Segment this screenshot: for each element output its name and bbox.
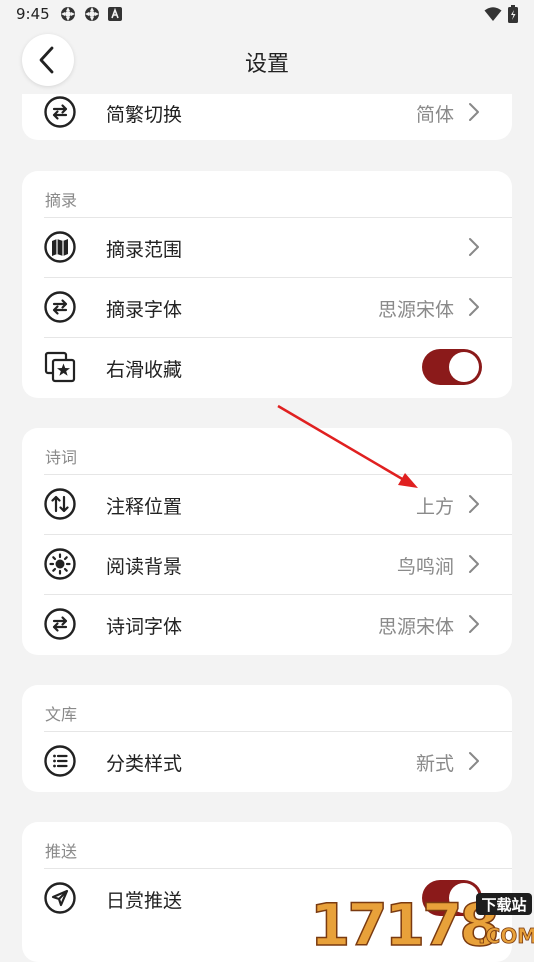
setting-label: 阅读背景: [106, 556, 183, 578]
up-down-icon: [44, 488, 76, 520]
setting-value: 思源宋体: [377, 616, 454, 638]
battery-icon: [508, 5, 518, 23]
divider: [44, 731, 512, 732]
setting-value: 思源宋体: [377, 299, 454, 321]
notification-app-icon: [85, 7, 99, 21]
wifi-icon: [484, 7, 502, 21]
chevron-right-icon: [469, 752, 479, 770]
a-badge-icon: [108, 7, 122, 21]
divider: [44, 474, 512, 475]
status-time: 9:45: [16, 5, 50, 23]
svg-text:.COM: .COM: [478, 924, 534, 948]
watermark-logo: 17178 下载站 .COM: [310, 890, 534, 950]
swipe-favorite-toggle[interactable]: [422, 349, 482, 385]
chevron-right-icon: [469, 615, 479, 633]
notification-app-icon: [61, 7, 75, 21]
svg-text:下载站: 下载站: [481, 896, 526, 914]
setting-label: 简繁切换: [106, 104, 183, 126]
setting-label: 右滑收藏: [106, 359, 183, 381]
setting-row-annotation-position[interactable]: 注释位置 上方: [22, 474, 512, 534]
chevron-right-icon: [469, 495, 479, 513]
section-title: 摘录: [45, 191, 78, 210]
divider: [44, 594, 512, 595]
setting-row-excerpt-range[interactable]: 摘录范围: [22, 217, 512, 277]
star-collection-icon: [44, 351, 76, 383]
chevron-right-icon: [469, 238, 479, 256]
setting-row-excerpt-font[interactable]: 摘录字体 思源宋体: [22, 277, 512, 337]
swap-icon: [44, 291, 76, 323]
setting-value: 上方: [415, 496, 454, 518]
section-title: 推送: [45, 842, 78, 861]
divider: [44, 217, 512, 218]
swap-icon: [44, 608, 76, 640]
setting-row-reading-background[interactable]: 阅读背景 鸟鸣涧: [22, 534, 512, 594]
divider: [44, 534, 512, 535]
setting-label: 注释位置: [106, 496, 183, 518]
settings-card-poetry: 诗词 注释位置 上方 阅读背景 鸟鸣涧 诗词字体 思源宋体: [22, 428, 512, 655]
settings-card-library: 文库 分类样式 新式: [22, 685, 512, 792]
toggle-knob: [449, 352, 479, 382]
setting-row-poetry-font[interactable]: 诗词字体 思源宋体: [22, 594, 512, 654]
swap-icon: [44, 96, 76, 128]
section-title: 文库: [45, 705, 78, 724]
setting-label: 摘录字体: [106, 299, 183, 321]
page-title: 设置: [244, 52, 289, 77]
divider: [44, 337, 512, 338]
divider: [44, 277, 512, 278]
setting-label: 诗词字体: [106, 616, 183, 638]
svg-text:17178: 17178: [310, 891, 497, 950]
chevron-right-icon: [469, 103, 479, 121]
list-icon: [44, 745, 76, 777]
chevron-right-icon: [469, 555, 479, 573]
send-icon: [44, 882, 76, 914]
setting-value: 鸟鸣涧: [396, 556, 454, 578]
settings-card-excerpt: 摘录 摘录范围 摘录字体 思源宋体 右滑收藏: [22, 171, 512, 398]
setting-row-swipe-favorite: 右滑收藏: [22, 337, 512, 397]
setting-row-category-style[interactable]: 分类样式 新式: [22, 731, 512, 791]
setting-value: 新式: [415, 753, 454, 775]
setting-label: 日赏推送: [106, 890, 183, 912]
divider: [44, 868, 512, 869]
section-title: 诗词: [45, 448, 78, 467]
header-layer: 设置: [0, 28, 534, 94]
sun-icon: [44, 548, 76, 580]
map-icon: [44, 231, 76, 263]
setting-value: 简体: [415, 104, 454, 126]
status-bar: 9:45: [0, 0, 534, 28]
chevron-right-icon: [469, 298, 479, 316]
setting-label: 分类样式: [106, 753, 183, 775]
setting-label: 摘录范围: [106, 239, 183, 261]
